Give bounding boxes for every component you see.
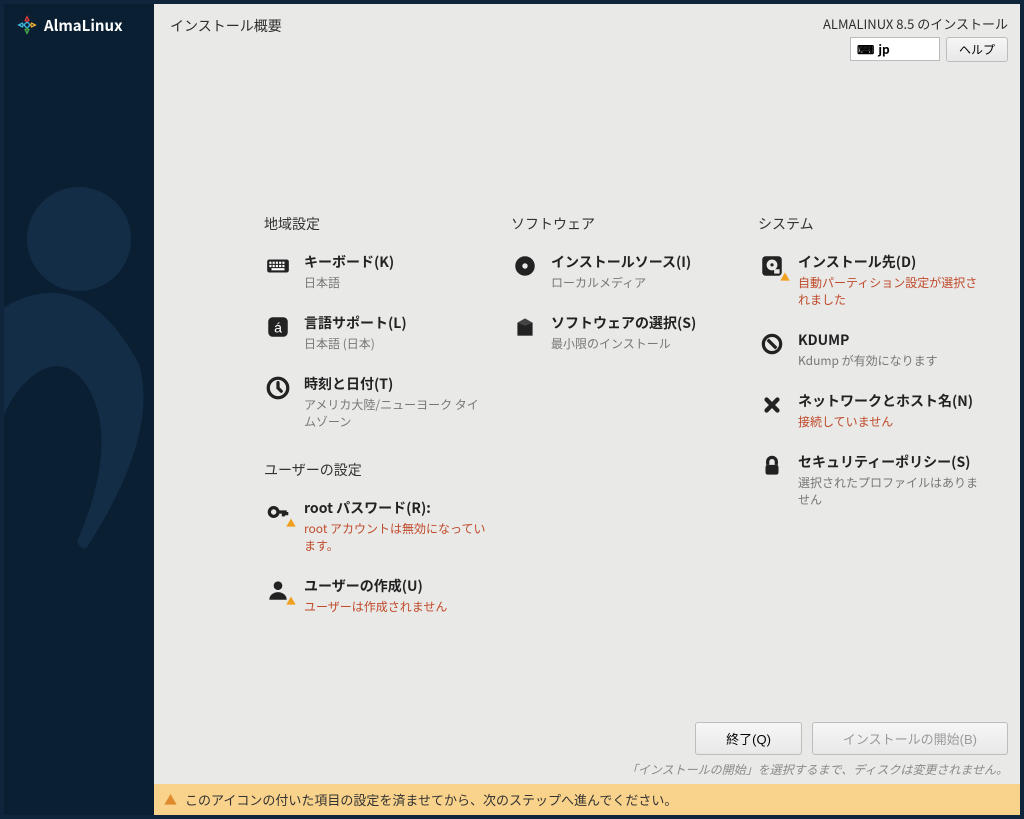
- spoke-status: ユーザーは作成されません: [304, 598, 447, 615]
- spoke-user[interactable]: ユーザーの作成(U) ユーザーは作成されません: [264, 576, 486, 615]
- spoke-label: セキュリティーポリシー(S): [798, 452, 980, 472]
- info-bar-text: このアイコンの付いた項目の設定を済ませてから、次のステップへ進んでください。: [185, 790, 677, 809]
- keyboard-layout-text: jp: [878, 41, 889, 58]
- spoke-label: インストール先(D): [798, 252, 980, 272]
- category-title: システム: [758, 214, 980, 234]
- header: インストール概要 ALMALINUX 8.5 のインストール ⌨ jp ヘルプ: [154, 4, 1020, 64]
- help-button[interactable]: ヘルプ: [946, 37, 1008, 62]
- page-title: インストール概要: [170, 14, 282, 36]
- sidebar-decoration-icon: [4, 174, 154, 574]
- network-icon: [758, 391, 786, 419]
- user-icon: [264, 576, 292, 604]
- spoke-keyboard[interactable]: キーボード(K) 日本語: [264, 252, 486, 291]
- spoke-status: 日本語: [304, 274, 394, 291]
- warning-icon: ▲: [164, 790, 177, 809]
- spoke-lock[interactable]: セキュリティーポリシー(S)選択されたプロファイルはありません: [758, 452, 980, 508]
- svg-text:á: á: [274, 319, 282, 335]
- category-title: 地域設定: [264, 214, 486, 234]
- spoke-status: 接続していません: [798, 413, 973, 430]
- spoke-label: KDUMP: [798, 330, 938, 350]
- lang-icon: á: [264, 313, 292, 341]
- spoke-status: Kdump が有効になります: [798, 352, 938, 369]
- sidebar: AlmaLinux: [4, 4, 154, 815]
- brand: AlmaLinux: [4, 4, 154, 36]
- spoke-label: キーボード(K): [304, 252, 394, 272]
- spoke-label: root パスワード(R):: [304, 498, 486, 518]
- disc-icon: [511, 252, 539, 280]
- quit-button[interactable]: 終了(Q): [695, 722, 802, 755]
- spoke-status: 最小限のインストール: [551, 335, 696, 352]
- content: 地域設定キーボード(K) 日本語 á 言語サポート(L) 日本語 (日本) 時刻と日付(T…: [154, 64, 1020, 714]
- lock-icon: [758, 452, 786, 480]
- disk-icon: [758, 252, 786, 280]
- brand-text: AlmaLinux: [44, 15, 123, 36]
- keyboard-icon: ⌨: [857, 41, 874, 58]
- key-icon: [264, 498, 292, 526]
- product-label: ALMALINUX 8.5 のインストール: [823, 14, 1008, 33]
- spoke-status: 日本語 (日本): [304, 335, 407, 352]
- spoke-clock[interactable]: 時刻と日付(T)アメリカ大陸/ニューヨーク タイムゾーン: [264, 374, 486, 430]
- spoke-status: 自動パーティション設定が選択されました: [798, 274, 980, 308]
- clock-icon: [264, 374, 292, 402]
- spoke-lang[interactable]: á 言語サポート(L) 日本語 (日本): [264, 313, 486, 352]
- category-title: ソフトウェア: [511, 214, 733, 234]
- spoke-status: 選択されたプロファイルはありません: [798, 474, 980, 508]
- spoke-status: root アカウントは無効になっています。: [304, 520, 486, 554]
- spoke-label: ソフトウェアの選択(S): [551, 313, 696, 333]
- spoke-status: ローカルメディア: [551, 274, 691, 291]
- category-title: ユーザーの設定: [264, 460, 486, 480]
- begin-install-button[interactable]: インストールの開始(B): [812, 722, 1008, 755]
- keyboard-layout-indicator[interactable]: ⌨ jp: [850, 37, 940, 61]
- wrench-icon: [758, 330, 786, 358]
- spoke-disk[interactable]: インストール先(D)自動パーティション設定が選択されました: [758, 252, 980, 308]
- info-bar[interactable]: ▲ このアイコンの付いた項目の設定を済ませてから、次のステップへ進んでください。: [154, 784, 1020, 815]
- spoke-label: 時刻と日付(T): [304, 374, 486, 394]
- main: インストール概要 ALMALINUX 8.5 のインストール ⌨ jp ヘルプ …: [154, 4, 1020, 815]
- spoke-label: ネットワークとホスト名(N): [798, 391, 973, 411]
- spoke-disc[interactable]: インストールソース(I) ローカルメディア: [511, 252, 733, 291]
- spoke-box[interactable]: ソフトウェアの選択(S) 最小限のインストール: [511, 313, 733, 352]
- spoke-label: ユーザーの作成(U): [304, 576, 447, 596]
- footer-hint: 「インストールの開始」を選択するまで、ディスクは変更されません。: [166, 761, 1008, 778]
- spoke-network[interactable]: ネットワークとホスト名(N) 接続していません: [758, 391, 980, 430]
- keyboard-icon: [264, 252, 292, 280]
- spoke-label: インストールソース(I): [551, 252, 691, 272]
- footer: 終了(Q) インストールの開始(B) 「インストールの開始」を選択するまで、ディ…: [154, 714, 1020, 784]
- almalinux-logo-icon: [16, 14, 38, 36]
- box-icon: [511, 313, 539, 341]
- spoke-label: 言語サポート(L): [304, 313, 407, 333]
- spoke-wrench[interactable]: KDUMP Kdump が有効になります: [758, 330, 980, 369]
- spoke-status: アメリカ大陸/ニューヨーク タイムゾーン: [304, 396, 486, 430]
- spoke-key[interactable]: root パスワード(R):root アカウントは無効になっています。: [264, 498, 486, 554]
